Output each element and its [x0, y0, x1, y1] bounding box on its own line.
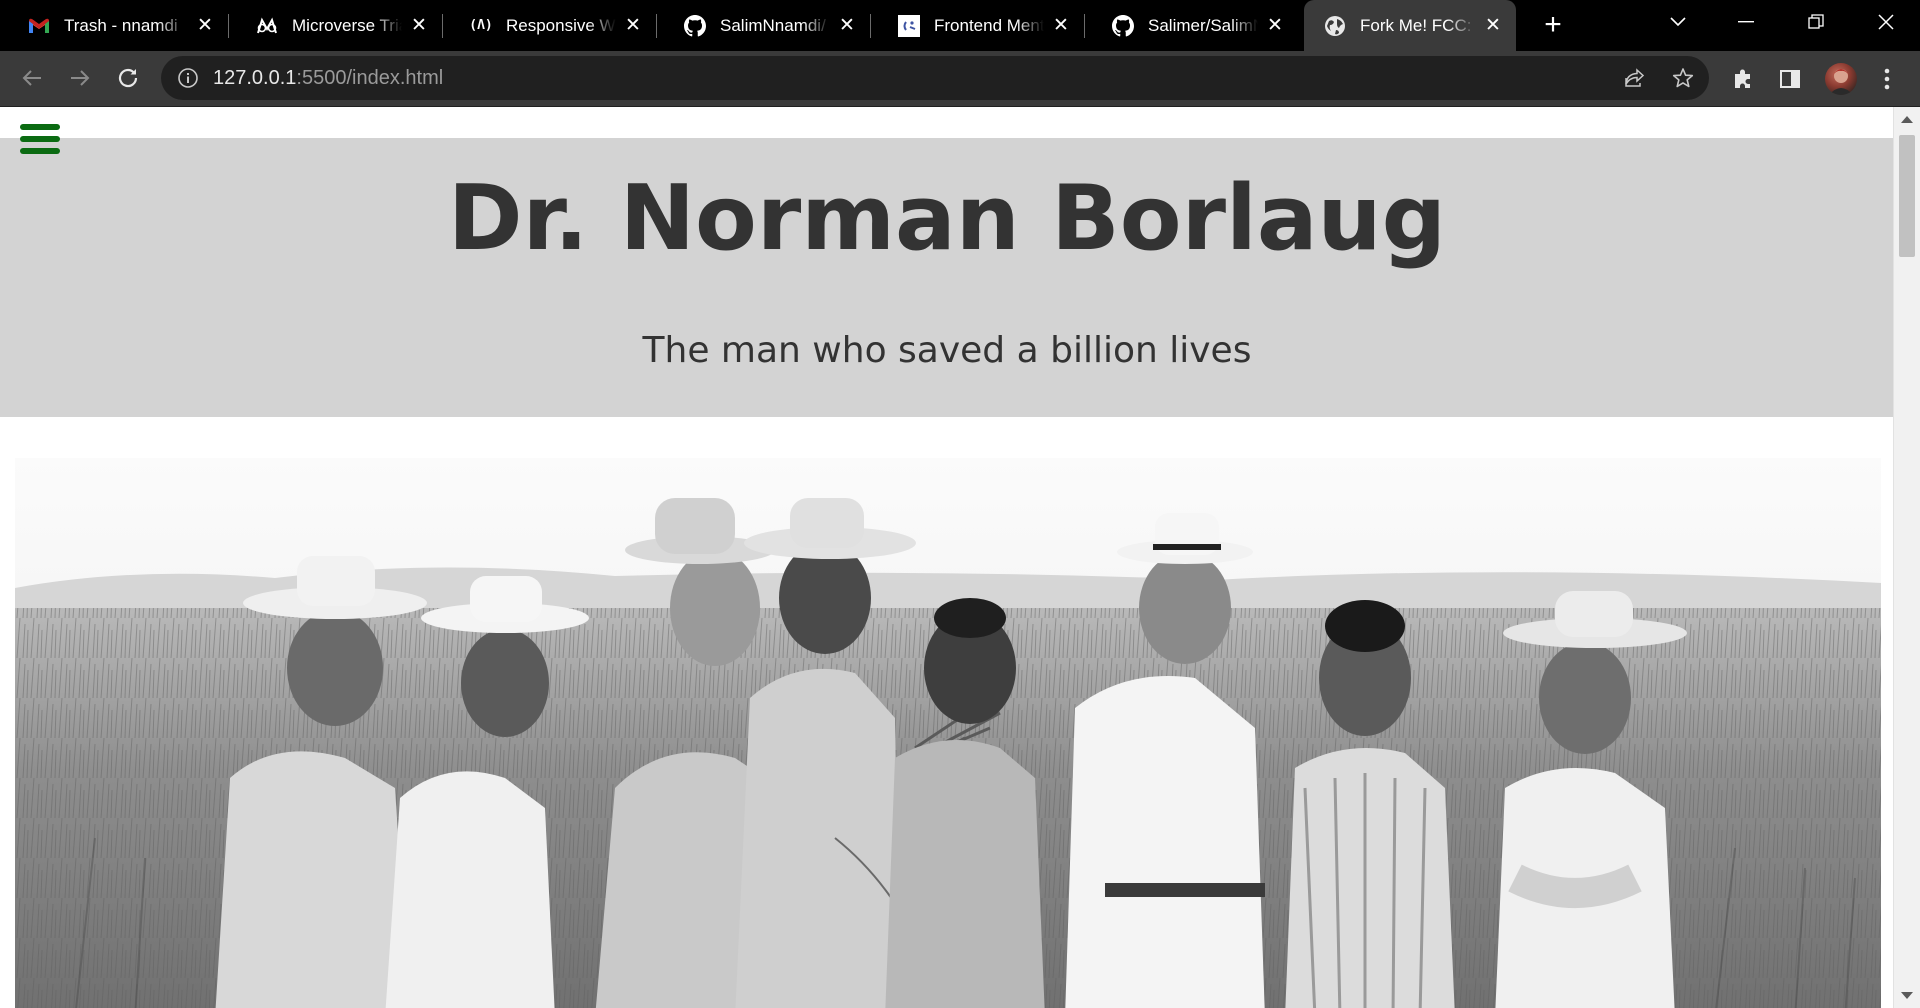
- restore-button[interactable]: [1786, 0, 1846, 44]
- reload-button[interactable]: [111, 61, 145, 95]
- chrome-menu-button[interactable]: [1872, 64, 1902, 94]
- browser-tab-strip: Trash - nnamdi ✕ Microverse Tria ✕ (Λ) R…: [0, 0, 1920, 51]
- page-scrollbar[interactable]: [1893, 107, 1920, 1008]
- reload-icon: [118, 68, 138, 88]
- browser-toolbar: 127.0.0.1:5500/index.html: [0, 51, 1920, 107]
- close-icon[interactable]: ✕: [836, 15, 858, 37]
- tab-microverse[interactable]: Microverse Tria ✕: [228, 0, 442, 51]
- minimize-icon: [1738, 21, 1754, 23]
- hamburger-menu-icon[interactable]: [20, 124, 60, 156]
- close-icon[interactable]: ✕: [194, 15, 216, 37]
- hero-photo: [15, 458, 1881, 1008]
- tab-title: Salimer/SalimN: [1148, 15, 1258, 35]
- scroll-down-arrow-icon[interactable]: [1901, 992, 1913, 999]
- tab-title: Responsive We: [506, 15, 616, 35]
- freecodecamp-icon: (Λ): [469, 18, 493, 33]
- page-header: Dr. Norman Borlaug The man who saved a b…: [0, 138, 1894, 417]
- frontend-mentor-icon: [898, 14, 920, 37]
- scrollbar-thumb[interactable]: [1899, 135, 1915, 257]
- scroll-up-arrow-icon[interactable]: [1901, 116, 1913, 123]
- github-icon: [684, 14, 706, 37]
- gmail-icon: [28, 15, 50, 37]
- url-host: 127.0.0.1: [213, 67, 297, 89]
- forward-button[interactable]: [63, 61, 97, 95]
- tab-title: Trash - nnamdi: [64, 15, 178, 35]
- close-window-button[interactable]: [1856, 0, 1916, 44]
- page-title: Dr. Norman Borlaug: [447, 166, 1447, 271]
- url-path: :5500/index.html: [296, 67, 444, 89]
- tab-gmail[interactable]: Trash - nnamdi ✕: [0, 0, 228, 51]
- close-icon: [1878, 14, 1894, 30]
- tab-title: SalimNnamdi/: [720, 15, 826, 35]
- arrow-right-icon: [71, 70, 90, 86]
- tab-title: Fork Me! FCC:: [1360, 15, 1472, 35]
- close-icon[interactable]: ✕: [408, 15, 430, 37]
- puzzle-icon: [1735, 69, 1750, 88]
- github-icon: [1112, 14, 1134, 37]
- page-subtitle: The man who saved a billion lives: [642, 330, 1252, 371]
- url-text: 127.0.0.1:5500/index.html: [213, 56, 443, 100]
- kebab-menu-icon: [1884, 68, 1890, 90]
- new-tab-button[interactable]: +: [1536, 8, 1570, 42]
- arrow-left-icon: [22, 70, 41, 86]
- restore-icon: [1808, 14, 1824, 29]
- address-bar[interactable]: 127.0.0.1:5500/index.html: [161, 56, 1709, 100]
- tab-frontend-mentor[interactable]: Frontend Ment ✕: [870, 0, 1084, 51]
- info-icon[interactable]: [177, 67, 199, 89]
- side-panel-icon: [1780, 70, 1800, 88]
- side-panel-button[interactable]: [1775, 64, 1805, 94]
- tab-title: Microverse Tria: [292, 15, 402, 35]
- microverse-icon: [256, 15, 278, 37]
- bookmark-star-icon[interactable]: [1671, 66, 1695, 90]
- extensions-button[interactable]: [1728, 64, 1758, 94]
- tab-fork-me-active[interactable]: Fork Me! FCC: ✕: [1304, 0, 1516, 51]
- close-icon[interactable]: ✕: [1264, 15, 1286, 37]
- close-icon[interactable]: ✕: [1482, 15, 1504, 37]
- close-icon[interactable]: ✕: [622, 15, 644, 37]
- share-icon[interactable]: [1622, 66, 1646, 90]
- avatar-image: [1829, 69, 1853, 95]
- tab-github-salimer[interactable]: Salimer/SalimN ✕: [1084, 0, 1298, 51]
- back-button[interactable]: [15, 61, 49, 95]
- chevron-down-icon: [1670, 17, 1686, 27]
- page-viewport: Dr. Norman Borlaug The man who saved a b…: [0, 107, 1920, 1008]
- profile-avatar[interactable]: [1825, 63, 1857, 95]
- close-icon[interactable]: ✕: [1050, 15, 1072, 37]
- tab-title: Frontend Ment: [934, 15, 1044, 35]
- globe-icon: [1324, 15, 1346, 37]
- group-photo-image: [15, 458, 1881, 1008]
- minimize-button[interactable]: [1716, 0, 1776, 44]
- tab-search-button[interactable]: [1648, 0, 1708, 44]
- tab-freecodecamp[interactable]: (Λ) Responsive We ✕: [442, 0, 656, 51]
- tab-github-salimnnamdi[interactable]: SalimNnamdi/ ✕: [656, 0, 870, 51]
